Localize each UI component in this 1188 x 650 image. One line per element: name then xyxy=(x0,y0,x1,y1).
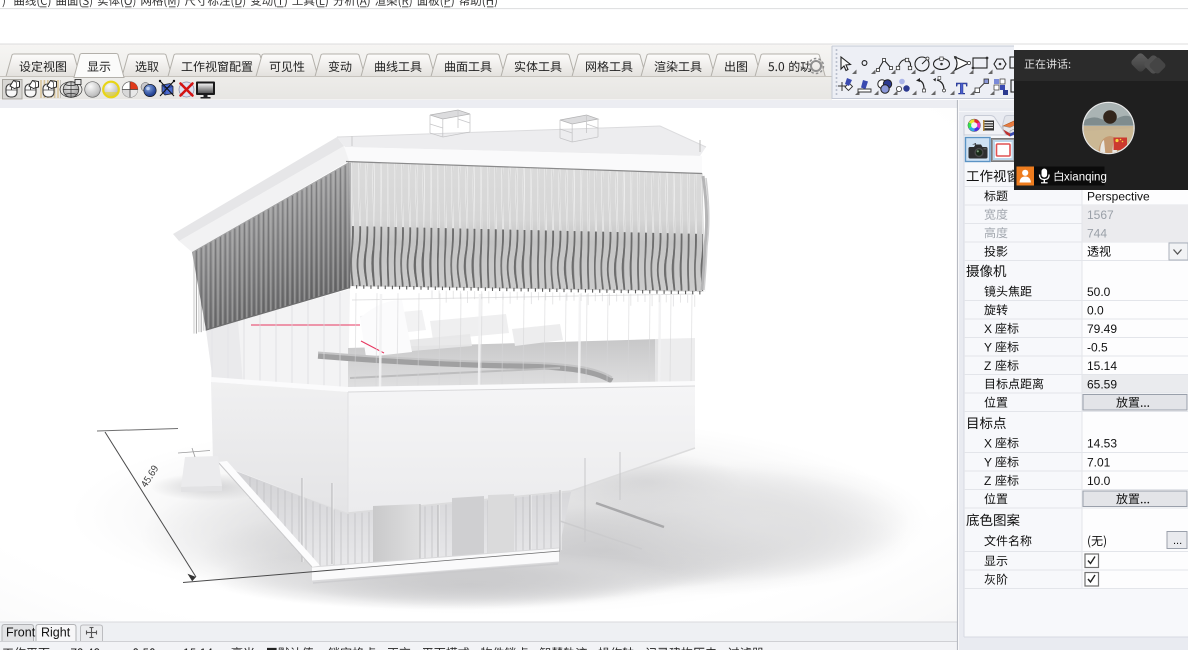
svg-text:50.0: 50.0 xyxy=(1087,285,1111,299)
svg-text:744: 744 xyxy=(1087,226,1107,240)
svg-text:T: T xyxy=(956,79,968,98)
svg-text:10.0: 10.0 xyxy=(1087,474,1111,488)
svg-text:-0.5: -0.5 xyxy=(1087,340,1108,354)
svg-text:X: X xyxy=(984,436,992,450)
svg-text:»: » xyxy=(800,63,806,75)
svg-text:0.0: 0.0 xyxy=(1087,303,1104,317)
svg-text:...: ... xyxy=(1173,535,1182,547)
svg-text:X: X xyxy=(984,322,992,336)
svg-text:Y: Y xyxy=(984,340,992,354)
svg-text:14.53: 14.53 xyxy=(1087,436,1117,450)
svg-text:79.49: 79.49 xyxy=(1087,322,1117,336)
svg-text:Perspective: Perspective xyxy=(1087,189,1150,203)
svg-text:65.59: 65.59 xyxy=(1087,377,1117,391)
svg-text:Z: Z xyxy=(984,359,991,373)
svg-text:1567: 1567 xyxy=(1087,208,1114,222)
svg-text:Y: Y xyxy=(984,455,992,469)
svg-text:Z: Z xyxy=(984,474,991,488)
svg-text:Front: Front xyxy=(6,626,36,640)
svg-text:15.14: 15.14 xyxy=(1087,359,1117,373)
svg-text:xianqing: xianqing xyxy=(1064,172,1107,184)
svg-text:7.01: 7.01 xyxy=(1087,455,1111,469)
svg-text:Right: Right xyxy=(41,626,71,640)
